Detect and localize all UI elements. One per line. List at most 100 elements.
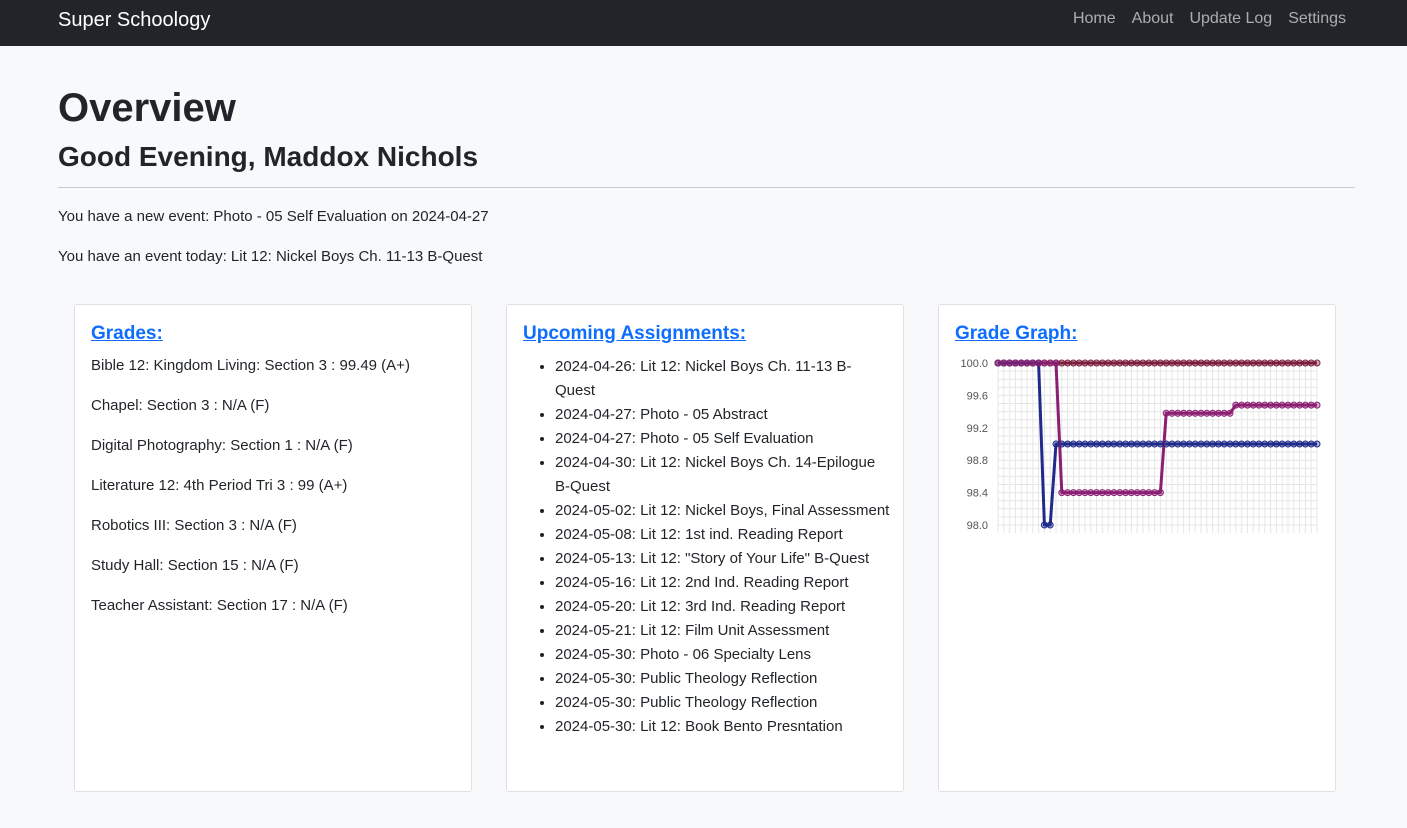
data-point [1301,401,1309,409]
data-point [1064,440,1072,448]
data-point [1104,440,1112,448]
data-point [1209,359,1217,367]
data-point [1151,489,1159,497]
data-point [1284,359,1292,367]
assignment-item: 2024-05-30: Photo - 06 Specialty Lens [555,643,891,667]
data-point [1214,440,1222,448]
assignment-item: 2024-04-27: Photo - 05 Self Evaluation [555,427,891,451]
y-tick-label: 100.0 [960,358,988,370]
data-point [1261,440,1269,448]
data-point [1191,359,1199,367]
data-point [1261,401,1269,409]
brand-logo-text[interactable]: Super Schoology [58,8,210,32]
y-tick-label: 99.2 [967,423,988,435]
data-point [1093,489,1101,497]
data-point [1180,409,1188,417]
data-point [1075,440,1083,448]
data-point [1203,409,1211,417]
data-point [1098,359,1106,367]
data-point [1162,359,1170,367]
data-point [1011,359,1019,367]
data-point [994,359,1002,367]
assignment-item: 2024-05-08: Lit 12: 1st ind. Reading Rep… [555,523,891,547]
data-point [1209,409,1217,417]
data-point [1272,359,1280,367]
y-tick-label: 98.0 [967,520,988,532]
data-point [1249,359,1257,367]
data-point [1197,359,1205,367]
grade-item: Literature 12: 4th Period Tri 3 : 99 (A+… [91,477,348,494]
assignments-title-link[interactable]: Upcoming Assignments: [523,323,746,345]
data-point [1058,440,1066,448]
data-point [1046,521,1054,529]
data-point [1162,409,1170,417]
data-point [1145,440,1153,448]
assignment-item: 2024-05-30: Public Theology Reflection [555,691,891,715]
assignment-item: 2024-05-13: Lit 12: "Story of Your Life"… [555,547,891,571]
data-point [1156,359,1164,367]
data-point [1185,409,1193,417]
assignment-item: 2024-05-30: Public Theology Reflection [555,667,891,691]
data-point [1081,359,1089,367]
grade-graph-chart[interactable]: 100.0 99.6 99.2 98.8 98.4 98.0 [955,355,1323,540]
data-point [1267,359,1275,367]
data-point [1116,440,1124,448]
data-point [1209,440,1217,448]
assignment-item: 2024-05-02: Lit 12: Nickel Boys, Final A… [555,499,891,523]
data-point [1313,401,1321,409]
data-point [1220,409,1228,417]
data-point [1284,401,1292,409]
data-point [1249,401,1257,409]
data-point [1180,440,1188,448]
data-point [1162,440,1170,448]
data-point [1232,401,1240,409]
nav-home-link[interactable]: Home [1073,9,1116,29]
grade-graph-title-link[interactable]: Grade Graph: [955,323,1077,345]
data-point [1220,440,1228,448]
nav-about-link[interactable]: About [1132,9,1174,29]
y-tick-label: 98.8 [967,455,988,467]
data-point [1243,359,1251,367]
data-point [1122,440,1130,448]
data-point [1191,409,1199,417]
data-point [1307,401,1315,409]
data-point [1133,489,1141,497]
data-point [1040,521,1048,529]
data-point [1174,359,1182,367]
data-point [1122,489,1130,497]
assignment-item: 2024-05-21: Lit 12: Film Unit Assessment [555,619,891,643]
data-point [1087,489,1095,497]
data-point [1296,359,1304,367]
data-point [1093,440,1101,448]
page-title: Overview [58,86,236,130]
grades-list: Bible 12: Kingdom Living: Section 3 : 99… [91,356,461,636]
data-point [1278,359,1286,367]
data-point [1301,440,1309,448]
data-point [1127,359,1135,367]
grade-item: Study Hall: Section 15 : N/A (F) [91,557,299,574]
data-point [1197,409,1205,417]
data-point [1185,440,1193,448]
data-point [1301,359,1309,367]
assignment-item: 2024-04-26: Lit 12: Nickel Boys Ch. 11-1… [555,355,891,403]
data-point [1255,359,1263,367]
data-point [1110,489,1118,497]
nav-update-log-link[interactable]: Update Log [1189,9,1272,29]
data-point [1081,440,1089,448]
data-point [1168,409,1176,417]
data-point [1151,359,1159,367]
data-point [1069,359,1077,367]
assignment-item: 2024-05-16: Lit 12: 2nd Ind. Reading Rep… [555,571,891,595]
data-point [1133,359,1141,367]
data-point [1093,359,1101,367]
data-point [1278,401,1286,409]
data-point [1046,359,1054,367]
data-point [1075,359,1083,367]
data-point [1040,359,1048,367]
data-point [1145,359,1153,367]
y-tick-label: 99.6 [967,390,988,402]
data-point [1127,489,1135,497]
grades-title-link[interactable]: Grades: [91,323,163,345]
nav-settings-link[interactable]: Settings [1288,9,1346,29]
chart-y-ticks: 100.0 99.6 99.2 98.8 98.4 98.0 [960,358,988,532]
